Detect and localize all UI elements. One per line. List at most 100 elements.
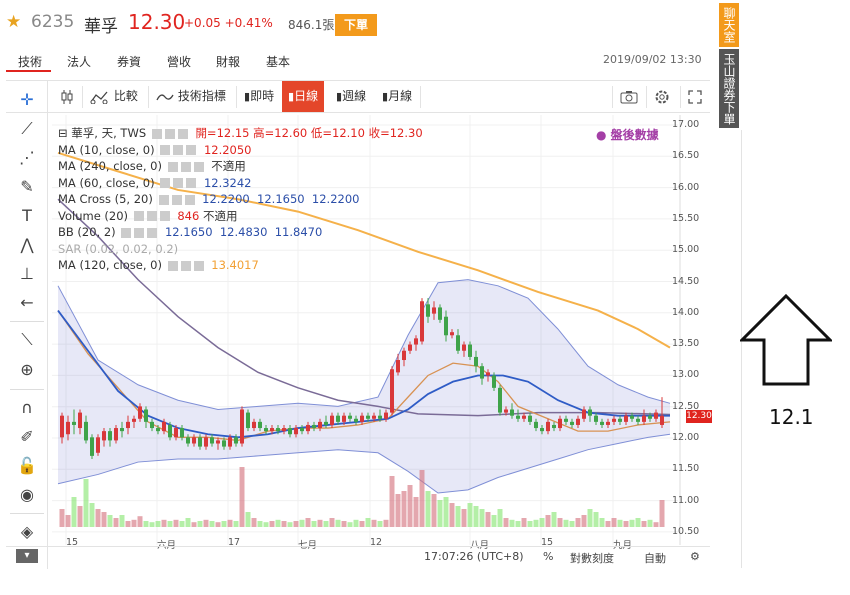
quote-bar: ★ 6235 華孚 12.30 +0.05 +0.41% 846.1張 下單: [0, 0, 710, 44]
volume-bar: [59, 509, 65, 527]
tab-technical[interactable]: 技術: [18, 53, 42, 70]
volume-bar: [587, 509, 593, 527]
monthly-button[interactable]: ▮月線: [380, 81, 414, 112]
candle-body: [408, 344, 412, 351]
candle-body: [90, 437, 94, 456]
layers-icon[interactable]: ◈: [16, 521, 38, 543]
pattern-icon[interactable]: ⋀: [16, 234, 38, 256]
legend-value: 13.4017: [211, 258, 259, 272]
axis-settings-gear-icon[interactable]: ⚙: [690, 550, 700, 563]
ruler-icon[interactable]: ⟍: [16, 329, 38, 351]
compare-button[interactable]: 比較: [90, 81, 138, 112]
legend-row-name: MA (240, close, 0): [58, 159, 162, 173]
volume-bar: [197, 521, 203, 527]
projection-icon[interactable]: ⊥: [16, 263, 38, 285]
clock-time: 17:07:26 (UTC+8): [424, 550, 524, 563]
tab-margin[interactable]: 券資: [117, 53, 141, 70]
pencil-lock-icon[interactable]: ✐: [16, 426, 38, 448]
tool-divider: [10, 389, 44, 390]
back-arrow-icon[interactable]: ←: [16, 292, 38, 314]
after-hours-label: ● 盤後數據: [596, 128, 659, 142]
volume-bar: [569, 521, 575, 527]
candle-body: [168, 424, 172, 438]
price-tick: 13.50: [672, 338, 700, 350]
tab-financials[interactable]: 財報: [216, 53, 240, 70]
weekly-button[interactable]: ▮週線: [334, 81, 368, 112]
daily-button[interactable]: ▮日線: [282, 81, 325, 112]
candle-body: [138, 406, 142, 419]
legend-controls-icon[interactable]: [151, 128, 190, 139]
candle-body: [306, 424, 310, 432]
crosshair-icon[interactable]: ✛: [16, 89, 38, 111]
zoom-in-icon[interactable]: ⊕: [16, 359, 38, 381]
magnet-icon[interactable]: ∩: [16, 397, 38, 419]
legend-controls-icon[interactable]: [133, 211, 172, 221]
legend-controls-icon[interactable]: [167, 161, 206, 172]
brush-icon[interactable]: ✎: [16, 176, 38, 198]
close-value: 收=12.30: [368, 126, 423, 140]
legend-controls-icon[interactable]: [158, 194, 197, 205]
chat-room-tab[interactable]: 聊天室: [719, 3, 739, 47]
volume-bar: [209, 521, 215, 527]
toolbar-divider: [646, 86, 647, 108]
tab-basic[interactable]: 基本: [266, 53, 290, 70]
volume-bar: [317, 519, 323, 527]
candle-body: [84, 421, 88, 441]
volume-bar: [371, 519, 377, 527]
legend-row[interactable]: SAR (0.02, 0.02, 0.2): [58, 241, 423, 258]
legend-row[interactable]: MA (60, close, 0) 12.3242: [58, 175, 423, 192]
broker-order-tab[interactable]: 玉山證券下單: [719, 49, 739, 128]
eye-icon[interactable]: ◉: [16, 484, 38, 506]
legend-row[interactable]: MA (120, close, 0) 13.4017: [58, 257, 423, 274]
trend-line-icon[interactable]: ⟋: [16, 118, 38, 140]
collapse-legend-icon[interactable]: ⊟: [58, 126, 68, 140]
favorite-star-icon[interactable]: ★: [6, 12, 21, 32]
legend-value: 12.1650: [257, 192, 305, 206]
candle-body: [252, 421, 256, 429]
legend-controls-icon[interactable]: [160, 178, 199, 188]
log-scale-toggle[interactable]: 對數刻度: [570, 550, 614, 566]
order-button[interactable]: 下單: [335, 14, 377, 36]
candle-body: [108, 431, 112, 441]
percent-toggle[interactable]: %: [543, 550, 553, 563]
legend-controls-icon[interactable]: [160, 145, 199, 155]
volume-bar: [413, 497, 419, 527]
legend-row[interactable]: Volume (20) 846 不適用: [58, 208, 423, 225]
fullscreen-button[interactable]: [688, 81, 702, 112]
candle-body: [132, 418, 136, 422]
legend-row-name: SAR (0.02, 0.02, 0.2): [58, 241, 179, 256]
tab-institutional[interactable]: 法人: [67, 53, 91, 70]
text-icon[interactable]: T: [16, 205, 38, 227]
legend-row[interactable]: MA (240, close, 0) 不適用: [58, 158, 423, 175]
legend-controls-icon[interactable]: [121, 227, 160, 238]
candle-body: [276, 428, 280, 432]
tab-revenue[interactable]: 營收: [167, 53, 191, 70]
volume-bar: [467, 503, 473, 527]
settings-button[interactable]: [654, 81, 670, 112]
volume-bar: [83, 479, 89, 527]
volume-bar: [383, 519, 389, 527]
volume-bar: [245, 512, 251, 527]
volume-bar: [437, 500, 443, 527]
auto-scale-toggle[interactable]: 自動: [644, 550, 666, 566]
candle-body: [594, 415, 598, 422]
lock-icon[interactable]: 🔓: [16, 455, 38, 477]
volume-bar: [269, 521, 275, 527]
volume-bar: [491, 515, 497, 527]
legend-controls-icon[interactable]: [167, 260, 206, 271]
candle-body: [396, 360, 400, 373]
candle-type-button[interactable]: [60, 81, 74, 112]
screenshot-button[interactable]: [620, 81, 638, 112]
legend-row[interactable]: MA Cross (5, 20) 12.2200 12.1650 12.2200: [58, 191, 423, 208]
legend-value: 12.1650: [164, 225, 213, 239]
indicators-button[interactable]: 技術指標: [156, 81, 226, 112]
volume-bar: [425, 491, 431, 527]
legend-row[interactable]: MA (10, close, 0) 12.2050: [58, 142, 423, 159]
volume-bar: [215, 522, 221, 527]
candle-body: [186, 437, 190, 444]
volume-bar: [113, 518, 119, 527]
intraday-label: 即時: [250, 89, 275, 103]
intraday-button[interactable]: ▮即時: [242, 81, 276, 112]
fibonacci-icon[interactable]: ⋰: [16, 147, 38, 169]
legend-row[interactable]: BB (20, 2) 12.1650 12.4830 11.8470: [58, 224, 423, 241]
